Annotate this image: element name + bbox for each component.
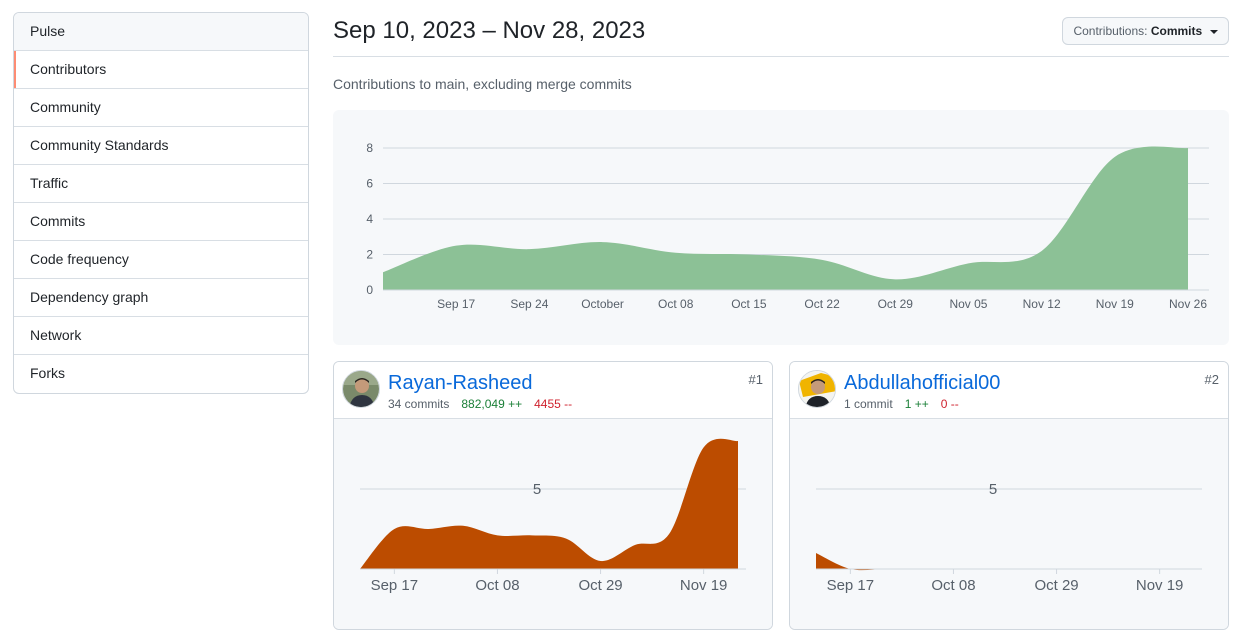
contributor-card-header: Abdullahofficial00 1 commit 1 ++ 0 -- #2: [790, 362, 1228, 419]
x-tick-label: Nov 05: [949, 297, 987, 311]
main-contributions-chart: 0 2 4 6 8 Sep 17 Sep 24 October Oct 08 Oct 15 Oct …: [333, 110, 1229, 345]
contributor-chart-svg: 5 Sep 17 Oct 08 Oct 29 Nov 19: [816, 481, 1202, 594]
x-tick-label: Sep 17: [437, 297, 475, 311]
area-series: [816, 553, 1194, 571]
x-tick-label: Oct 22: [804, 297, 840, 311]
chart-subtitle: Contributions to main, excluding merge c…: [333, 76, 632, 92]
contributor-chart-svg: 5 Sep 17 Oct 08 Oct 29 Nov 19: [360, 438, 746, 594]
contributions-label: Contributions:: [1073, 24, 1148, 38]
x-tick-label: Nov 19: [680, 577, 728, 594]
sidebar-item-contributors[interactable]: Contributors: [14, 51, 308, 89]
y-tick-label: 6: [366, 177, 373, 191]
x-tick-label: Oct 29: [878, 297, 914, 311]
contributor-chart: 5 Sep 17 Oct 08 Oct 29 Nov 19: [790, 419, 1228, 629]
x-tick-label: Nov 26: [1169, 297, 1207, 311]
contributions-value: Commits: [1150, 24, 1203, 38]
main-chart-svg: 0 2 4 6 8 Sep 17 Sep 24 October Oct 08 Oct 15 Oct …: [366, 141, 1209, 311]
x-tick-label: Oct 29: [578, 577, 622, 594]
sidebar-item-network[interactable]: Network: [14, 317, 308, 355]
x-tick-label: Oct 29: [1034, 577, 1078, 594]
y-tick-label: 5: [533, 481, 541, 498]
header-divider: [333, 56, 1229, 57]
sidebar-item-community-standards[interactable]: Community Standards: [14, 127, 308, 165]
x-tick-label: Nov 19: [1136, 577, 1184, 594]
avatar[interactable]: [798, 370, 836, 408]
x-tick-label: Nov 12: [1023, 297, 1061, 311]
x-tick-label: Oct 08: [931, 577, 975, 594]
avatar[interactable]: [342, 370, 380, 408]
x-tick-label: Nov 19: [1096, 297, 1134, 311]
contributor-chart: 5 Sep 17 Oct 08 Oct 29 Nov 19: [334, 419, 772, 629]
contributor-rank: #1: [748, 372, 763, 387]
sidebar-item-traffic[interactable]: Traffic: [14, 165, 308, 203]
x-tick-label: Oct 08: [475, 577, 519, 594]
area-series: [360, 438, 738, 569]
commit-count[interactable]: 1 commit: [844, 397, 893, 411]
x-tick-label: Sep 17: [371, 577, 419, 594]
sidebar-item-commits[interactable]: Commits: [14, 203, 308, 241]
additions-count: 1 ++: [904, 397, 929, 411]
deletions-count: 0 --: [940, 397, 959, 411]
y-tick-label: 2: [366, 248, 373, 262]
contributor-name-link[interactable]: Abdullahofficial00: [844, 372, 1000, 395]
y-tick-label: 4: [366, 212, 373, 226]
x-tick-label: Sep 24: [510, 297, 548, 311]
sidebar-item-community[interactable]: Community: [14, 89, 308, 127]
contributor-rank: #2: [1204, 372, 1219, 387]
y-tick-label: 8: [366, 141, 373, 155]
area-series: [383, 146, 1188, 290]
y-tick-label: 0: [366, 283, 373, 297]
x-tick-label: Sep 17: [827, 577, 875, 594]
sidebar-item-forks[interactable]: Forks: [14, 355, 308, 393]
contributor-name-link[interactable]: Rayan-Rasheed: [388, 372, 533, 395]
x-tick-label: Oct 15: [731, 297, 767, 311]
deletions-count: 4455 --: [534, 397, 573, 411]
x-tick-label: Oct 08: [658, 297, 694, 311]
contributor-card: Rayan-Rasheed 34 commits 882,049 ++ 4455 -…: [333, 361, 773, 630]
caret-down-icon: [1209, 29, 1218, 34]
insights-sidebar: Pulse Contributors Community Community S…: [13, 12, 309, 394]
contributor-card: Abdullahofficial00 1 commit 1 ++ 0 -- #2 5…: [789, 361, 1229, 630]
sidebar-item-dependency-graph[interactable]: Dependency graph: [14, 279, 308, 317]
contributor-stats: 1 commit 1 ++ 0 --: [844, 397, 959, 411]
commit-count[interactable]: 34 commits: [388, 397, 449, 411]
x-tick-label: October: [581, 297, 624, 311]
additions-count: 882,049 ++: [461, 397, 523, 411]
contributions-type-dropdown[interactable]: Contributions: Commits: [1062, 17, 1229, 45]
sidebar-item-code-frequency[interactable]: Code frequency: [14, 241, 308, 279]
sidebar-item-pulse[interactable]: Pulse: [14, 13, 308, 51]
contributor-stats: 34 commits 882,049 ++ 4455 --: [388, 397, 572, 411]
y-tick-label: 5: [989, 481, 997, 498]
date-range-title: Sep 10, 2023 – Nov 28, 2023: [333, 17, 646, 44]
contributor-card-header: Rayan-Rasheed 34 commits 882,049 ++ 4455 -…: [334, 362, 772, 419]
